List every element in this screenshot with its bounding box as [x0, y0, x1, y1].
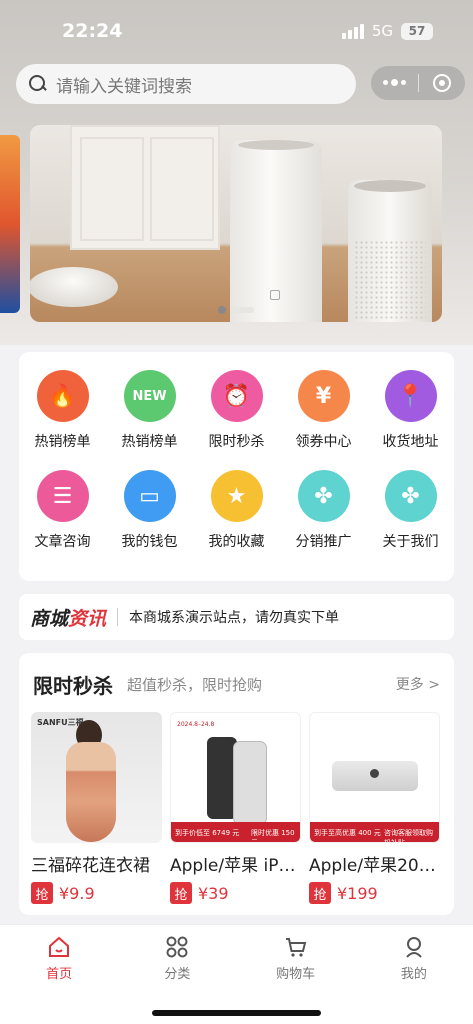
grid-item-label: 我的收藏	[208, 534, 265, 550]
grid-item-label: 限时秒杀	[208, 434, 265, 450]
category-icon	[166, 936, 188, 957]
tab-profile[interactable]: 我的	[355, 925, 473, 991]
signal-icon	[341, 23, 364, 39]
flash-tag: 抢	[309, 882, 331, 904]
tab-category[interactable]: 分类	[118, 925, 236, 991]
tab-label: 首页	[46, 966, 73, 982]
tab-label: 购物车	[276, 966, 316, 982]
coupon-icon: ¥	[297, 370, 350, 422]
product-price-row: 抢 ¥39	[170, 882, 301, 904]
status-indicators: 5G 57	[341, 22, 433, 40]
grid-item[interactable]: ▭ 我的钱包	[106, 470, 193, 570]
grid-item-label: 领券中心	[295, 434, 352, 450]
grid-item[interactable]: 🔥 热销榜单	[19, 370, 106, 470]
cart-icon	[285, 937, 306, 957]
banner-purifier-image	[230, 140, 322, 322]
product-card[interactable]: 2024.8–24.8 到手价低至 6749 元 限时优惠 150 元 Appl…	[170, 712, 301, 904]
grid-item-label: 我的钱包	[121, 534, 178, 550]
status-time: 22:24	[62, 20, 123, 42]
tab-cart[interactable]: 购物车	[237, 925, 355, 991]
flash-sale-more-link[interactable]: 更多 >	[396, 674, 440, 694]
flash-tag: 抢	[31, 882, 53, 904]
search-bar[interactable]: 请输入关键词搜索	[16, 64, 356, 104]
product-name[interactable]: Apple/苹果2023新款	[309, 851, 440, 876]
grid-item[interactable]: ¥ 领券中心	[280, 370, 367, 470]
wallet-icon: ▭	[123, 470, 176, 522]
product-name[interactable]: 三福碎花连衣裙	[31, 851, 162, 876]
product-price-row: 抢 ¥199	[309, 882, 440, 904]
battery-icon: 57	[401, 22, 433, 40]
grid-item[interactable]: ★ 我的收藏	[193, 470, 280, 570]
clover-icon: ✤	[297, 470, 350, 522]
tab-label: 分类	[164, 966, 191, 982]
grid-item-label: 热销榜单	[121, 434, 178, 450]
grid-item[interactable]: ✤ 关于我们	[367, 470, 454, 570]
flash-tag: 抢	[170, 882, 192, 904]
product-price: ¥9.9	[59, 883, 95, 903]
profile-icon	[406, 936, 422, 958]
quick-menu-grid: 🔥 热销榜单 NEW 热销榜单 ⏰ 限时秒杀 ¥ 领券中心 📍 收货地址 ☰ 文章咨询 ▭ 我的钱包 ★ 我的…	[19, 352, 454, 581]
search-input[interactable]: 请输入关键词搜索	[56, 72, 192, 97]
star-icon: ★	[210, 470, 263, 522]
close-miniprogram-icon[interactable]	[419, 74, 466, 92]
grid-item-label: 收货地址	[382, 434, 439, 450]
banner-dot[interactable]	[218, 306, 226, 314]
product-card[interactable]: 到手至高优惠 400 元 咨询客服领取购机补贴 Apple/苹果2023新款 抢…	[309, 712, 440, 904]
news-logo: 商城资讯	[30, 607, 107, 630]
banner-dot-active[interactable]	[232, 307, 254, 313]
grid-item[interactable]: 📍 收货地址	[367, 370, 454, 470]
product-image-dress[interactable]: SANFU三福	[31, 712, 162, 843]
tab-home[interactable]: 首页	[0, 925, 118, 991]
grid-item[interactable]: NEW 热销榜单	[106, 370, 193, 470]
flash-sale-subtitle: 超值秒杀，限时抢购	[127, 676, 263, 694]
new-icon: NEW	[123, 370, 176, 422]
product-price: ¥39	[198, 883, 229, 903]
grid-item-label: 分销推广	[295, 534, 352, 550]
product-price-row: 抢 ¥9.9	[31, 882, 162, 904]
banner-cabinet-image	[70, 125, 220, 250]
bottom-tab-bar: 首页 分类 购物车 我的	[0, 924, 473, 1024]
more-menu-icon[interactable]	[371, 79, 418, 86]
flash-sale-section: 限时秒杀 超值秒杀，限时抢购 更多 > SANFU三福 三福碎花连衣裙 抢 ¥9…	[19, 653, 454, 915]
product-image-iphone[interactable]: 2024.8–24.8 到手价低至 6749 元 限时优惠 150 元	[170, 712, 301, 843]
product-name[interactable]: Apple/苹果 iPhone 15	[170, 851, 301, 876]
grid-item[interactable]: ☰ 文章咨询	[19, 470, 106, 570]
fire-icon: 🔥	[36, 370, 89, 422]
grid-item[interactable]: ⏰ 限时秒杀	[193, 370, 280, 470]
alarm-clock-icon: ⏰	[210, 370, 263, 422]
banner-pagination	[218, 306, 254, 314]
tab-label: 我的	[400, 966, 427, 982]
miniprogram-capsule	[371, 66, 465, 100]
grid-item-label: 文章咨询	[34, 534, 91, 550]
article-icon: ☰	[36, 470, 89, 522]
network-type: 5G	[371, 22, 393, 40]
grid-item-label: 关于我们	[382, 534, 439, 550]
flash-sale-title: 限时秒杀	[33, 674, 113, 698]
home-icon	[49, 936, 70, 957]
banner-prev-slide[interactable]	[0, 135, 20, 313]
news-divider	[117, 608, 119, 626]
search-icon	[28, 74, 48, 94]
status-bar: 22:24 5G 57	[0, 0, 473, 60]
news-text: 本商城系演示站点，请勿真实下单	[129, 610, 340, 626]
location-pin-icon: 📍	[384, 370, 437, 422]
product-image-mac-mini[interactable]: 到手至高优惠 400 元 咨询客服领取购机补贴	[309, 712, 440, 843]
banner-robot-vacuum-image	[30, 267, 118, 307]
clover-icon: ✤	[384, 470, 437, 522]
home-indicator	[152, 1010, 321, 1016]
grid-item-label: 热销榜单	[34, 434, 91, 450]
product-card[interactable]: SANFU三福 三福碎花连衣裙 抢 ¥9.9	[31, 712, 162, 904]
banner-purifier-image-small	[348, 180, 432, 322]
product-price: ¥199	[337, 883, 378, 903]
banner-carousel[interactable]	[30, 125, 442, 322]
news-bar[interactable]: 商城资讯 本商城系演示站点，请勿真实下单	[19, 594, 454, 640]
grid-item[interactable]: ✤ 分销推广	[280, 470, 367, 570]
